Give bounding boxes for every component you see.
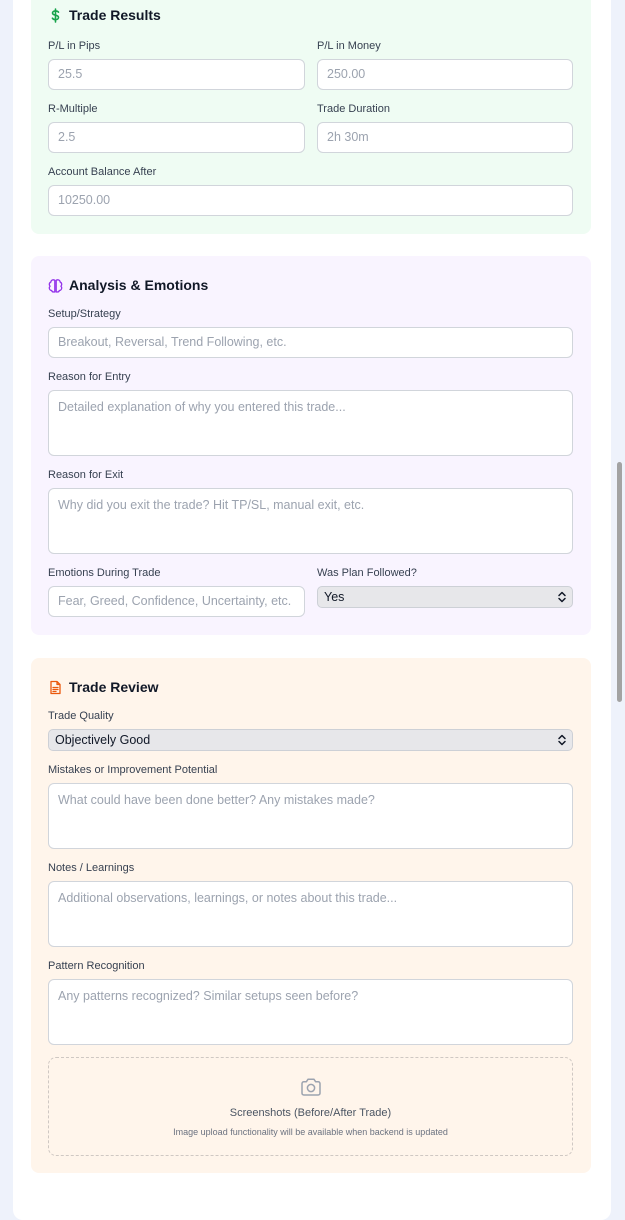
exit-reason-textarea[interactable]: Why did you exit the trade? Hit TP/SL, m… — [48, 488, 573, 554]
setup-strategy-input[interactable]: Breakout, Reversal, Trend Following, etc… — [48, 327, 573, 358]
trade-review-section: Trade Review Trade Quality Objectively G… — [31, 658, 591, 1173]
trade-duration-label: Trade Duration — [317, 103, 390, 115]
notes-label: Notes / Learnings — [48, 862, 135, 874]
document-icon — [48, 680, 63, 695]
notes-textarea[interactable]: Additional observations, learnings, or n… — [48, 881, 573, 947]
r-multiple-input[interactable]: 2.5 — [48, 122, 305, 153]
entry-reason-textarea[interactable]: Detailed explanation of why you entered … — [48, 390, 573, 456]
pl-money-input[interactable]: 250.00 — [317, 59, 573, 90]
pl-pips-input[interactable]: 25.5 — [48, 59, 305, 90]
pattern-recognition-textarea[interactable]: Any patterns recognized? Similar setups … — [48, 979, 573, 1045]
screenshots-title: Screenshots (Before/After Trade) — [229, 1107, 392, 1119]
camera-icon — [300, 1077, 322, 1097]
mistakes-label: Mistakes or Improvement Potential — [48, 764, 218, 776]
trade-quality-select[interactable]: Objectively Good — [48, 729, 573, 751]
trade-results-section: Trade Results P/L in Pips 25.5 P/L in Mo… — [31, 0, 591, 234]
trade-review-heading: Trade Review — [48, 679, 159, 695]
analysis-heading: Analysis & Emotions — [48, 277, 208, 293]
account-balance-label: Account Balance After — [48, 166, 157, 178]
pl-money-label: P/L in Money — [317, 40, 381, 52]
chevron-up-down-icon — [557, 733, 567, 747]
trade-duration-input[interactable]: 2h 30m — [317, 122, 573, 153]
plan-followed-value: Yes — [324, 590, 345, 604]
trade-results-title: Trade Results — [69, 7, 161, 23]
plan-followed-select[interactable]: Yes — [317, 586, 573, 608]
trade-results-heading: Trade Results — [48, 7, 161, 23]
analysis-title: Analysis & Emotions — [69, 277, 209, 293]
dollar-icon — [48, 7, 63, 23]
pattern-recognition-label: Pattern Recognition — [48, 960, 145, 972]
chevron-up-down-icon — [557, 590, 567, 604]
screenshot-dropzone[interactable]: Screenshots (Before/After Trade) Image u… — [48, 1057, 573, 1156]
brain-icon — [48, 278, 63, 293]
page-scrollbar-thumb[interactable] — [617, 462, 622, 702]
emotions-input[interactable]: Fear, Greed, Confidence, Uncertainty, et… — [48, 586, 305, 617]
pl-pips-label: P/L in Pips — [48, 40, 101, 52]
exit-reason-label: Reason for Exit — [48, 469, 124, 481]
account-balance-input[interactable]: 10250.00 — [48, 185, 573, 216]
plan-followed-label: Was Plan Followed? — [317, 567, 417, 579]
screenshots-note: Image upload functionality will be avail… — [173, 1127, 448, 1137]
trade-quality-label: Trade Quality — [48, 710, 114, 722]
entry-reason-label: Reason for Entry — [48, 371, 131, 383]
emotions-label: Emotions During Trade — [48, 567, 161, 579]
trade-quality-value: Objectively Good — [55, 733, 151, 747]
trade-review-title: Trade Review — [69, 679, 159, 695]
mistakes-textarea[interactable]: What could have been done better? Any mi… — [48, 783, 573, 849]
r-multiple-label: R-Multiple — [48, 103, 98, 115]
analysis-emotions-section: Analysis & Emotions Setup/Strategy Break… — [31, 256, 591, 635]
setup-strategy-label: Setup/Strategy — [48, 308, 121, 320]
